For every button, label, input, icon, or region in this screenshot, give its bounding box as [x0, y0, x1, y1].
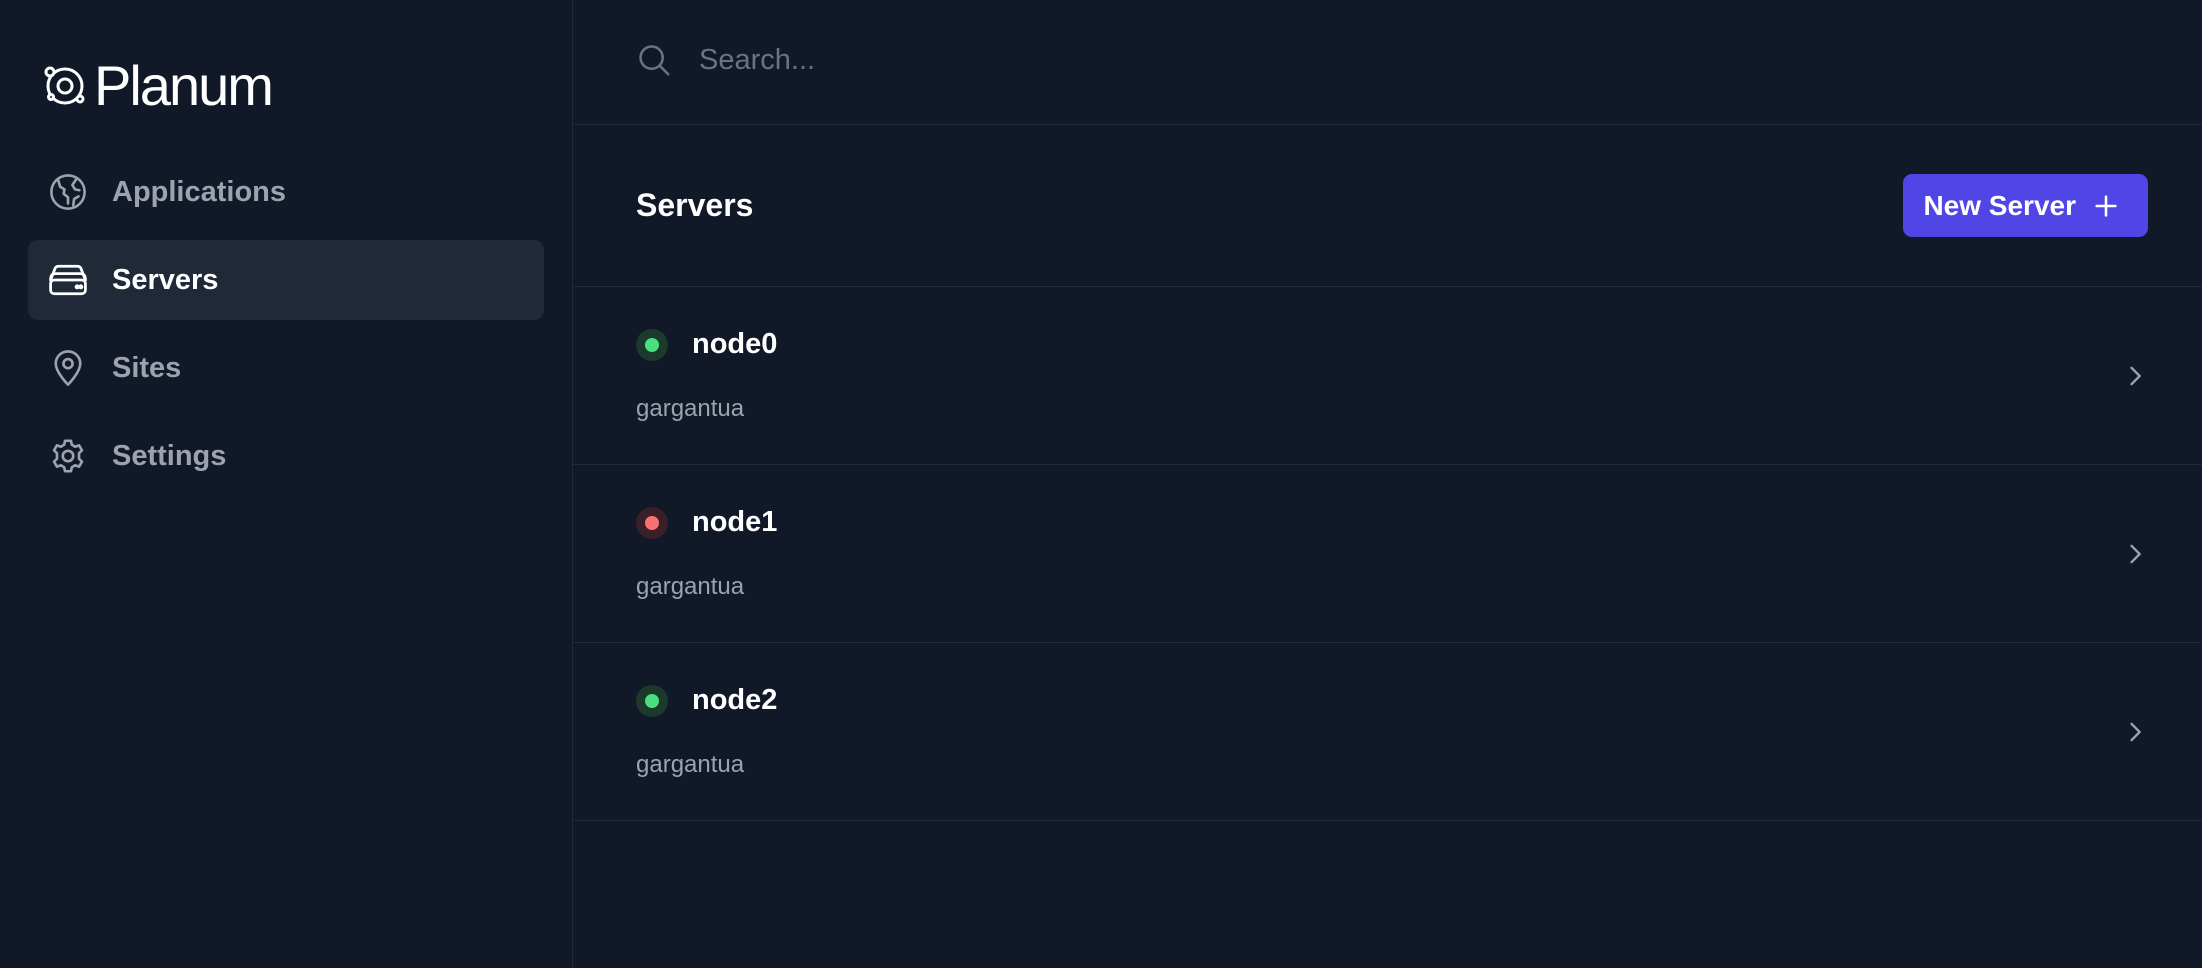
sidebar: Planum Applications Servers Sites Settin…	[0, 0, 573, 968]
status-dot	[645, 693, 659, 708]
server-info: node0 gargantua	[636, 328, 777, 423]
logo-text: Planum	[94, 54, 274, 117]
search-bar	[573, 0, 2202, 125]
server-name: node1	[692, 506, 778, 538]
chevron-right-icon	[2120, 539, 2150, 569]
main-content: Servers New Server node0	[573, 0, 2202, 968]
status-indicator-online	[636, 684, 668, 717]
sidebar-item-sites[interactable]: Sites	[28, 328, 544, 408]
logo[interactable]: Planum	[42, 56, 572, 116]
server-icon	[46, 258, 90, 302]
server-info: node1 gargantua	[636, 506, 777, 601]
sidebar-nav: Applications Servers Sites Settings	[0, 152, 572, 496]
server-name: node2	[692, 684, 778, 716]
sidebar-item-servers[interactable]: Servers	[28, 240, 544, 320]
server-top: node2	[636, 684, 777, 717]
server-host: gargantua	[636, 395, 745, 422]
chevron-right-icon	[2120, 361, 2150, 391]
server-top: node0	[636, 328, 777, 361]
server-list: node0 gargantua node1 gargantua node2 ga…	[573, 287, 2202, 821]
sidebar-item-settings[interactable]: Settings	[28, 416, 544, 496]
globe-icon	[46, 170, 90, 214]
page-title: Servers	[636, 187, 754, 223]
new-server-button-label: New Server	[1923, 189, 2076, 221]
search-input[interactable]	[699, 43, 1599, 77]
server-row[interactable]: node2 gargantua	[573, 643, 2202, 821]
server-name: node0	[692, 328, 778, 360]
status-dot	[645, 337, 659, 352]
server-row[interactable]: node0 gargantua	[573, 287, 2202, 465]
status-indicator-online	[636, 328, 668, 361]
sidebar-item-applications[interactable]: Applications	[28, 152, 544, 232]
sidebar-item-label: Settings	[112, 439, 227, 472]
plus-icon	[2092, 191, 2122, 221]
app-root: Planum Applications Servers Sites Settin…	[0, 0, 2202, 968]
status-dot	[645, 515, 659, 530]
server-info: node2 gargantua	[636, 684, 777, 779]
chevron-right-icon	[2120, 717, 2150, 747]
planum-logo-icon	[42, 63, 88, 109]
search-icon	[635, 40, 675, 80]
server-top: node1	[636, 506, 777, 539]
sidebar-item-label: Sites	[112, 351, 182, 384]
server-host: gargantua	[636, 573, 745, 600]
map-pin-icon	[46, 346, 90, 390]
sidebar-item-label: Servers	[112, 263, 219, 296]
server-row[interactable]: node1 gargantua	[573, 465, 2202, 643]
sidebar-item-label: Applications	[112, 175, 287, 208]
page-header: Servers New Server	[573, 125, 2202, 287]
new-server-button[interactable]: New Server	[1903, 174, 2148, 237]
gear-icon	[46, 434, 90, 478]
server-host: gargantua	[636, 751, 745, 778]
status-indicator-offline	[636, 506, 668, 539]
